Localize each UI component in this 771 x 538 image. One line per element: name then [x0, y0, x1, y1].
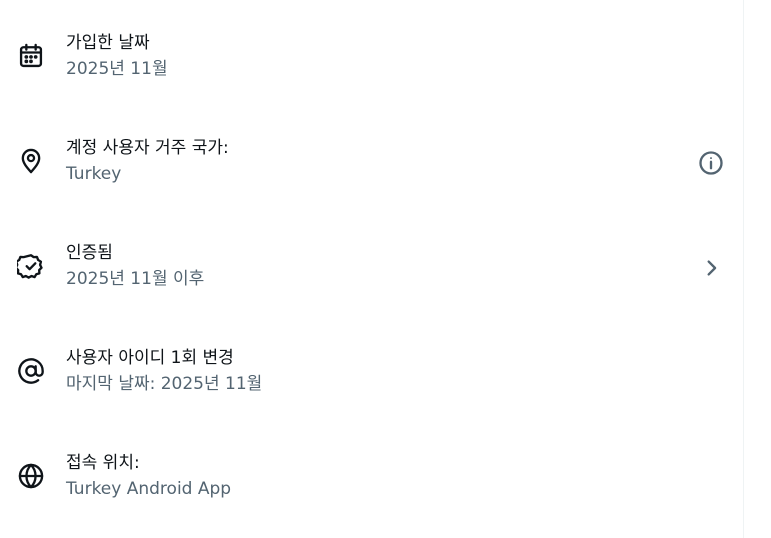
username-change-row: 사용자 아이디 1회 변경 마지막 날짜: 2025년 11월: [0, 342, 744, 402]
info-icon[interactable]: [697, 149, 725, 177]
account-country-row: 계정 사용자 거주 국가: Turkey: [0, 132, 744, 192]
account-country-value: Turkey: [66, 164, 122, 184]
account-country-label: 계정 사용자 거주 국가:: [66, 138, 229, 158]
at-sign-icon: [17, 357, 45, 385]
joined-date-value: 2025년 11월: [66, 59, 168, 79]
verified-badge-icon: [17, 252, 45, 280]
verified-label: 인증됨: [66, 243, 113, 263]
account-info-panel: 가입한 날짜 2025년 11월 계정 사용자 거주 국가: Turkey 인증…: [0, 0, 744, 538]
globe-icon: [17, 462, 45, 490]
connected-via-label: 접속 위치:: [66, 453, 140, 473]
connected-via-row: 접속 위치: Turkey Android App: [0, 447, 744, 507]
username-change-value: 마지막 날짜: 2025년 11월: [66, 374, 263, 394]
connected-via-value: Turkey Android App: [66, 479, 232, 499]
calendar-icon: [17, 42, 45, 70]
joined-date-label: 가입한 날짜: [66, 33, 150, 53]
username-change-label: 사용자 아이디 1회 변경: [66, 348, 234, 368]
chevron-right-icon[interactable]: [697, 254, 725, 282]
verified-row[interactable]: 인증됨 2025년 11월 이후: [0, 237, 744, 297]
joined-date-row: 가입한 날짜 2025년 11월: [0, 27, 744, 87]
verified-since-value: 2025년 11월 이후: [66, 269, 205, 289]
location-pin-icon: [17, 147, 45, 175]
